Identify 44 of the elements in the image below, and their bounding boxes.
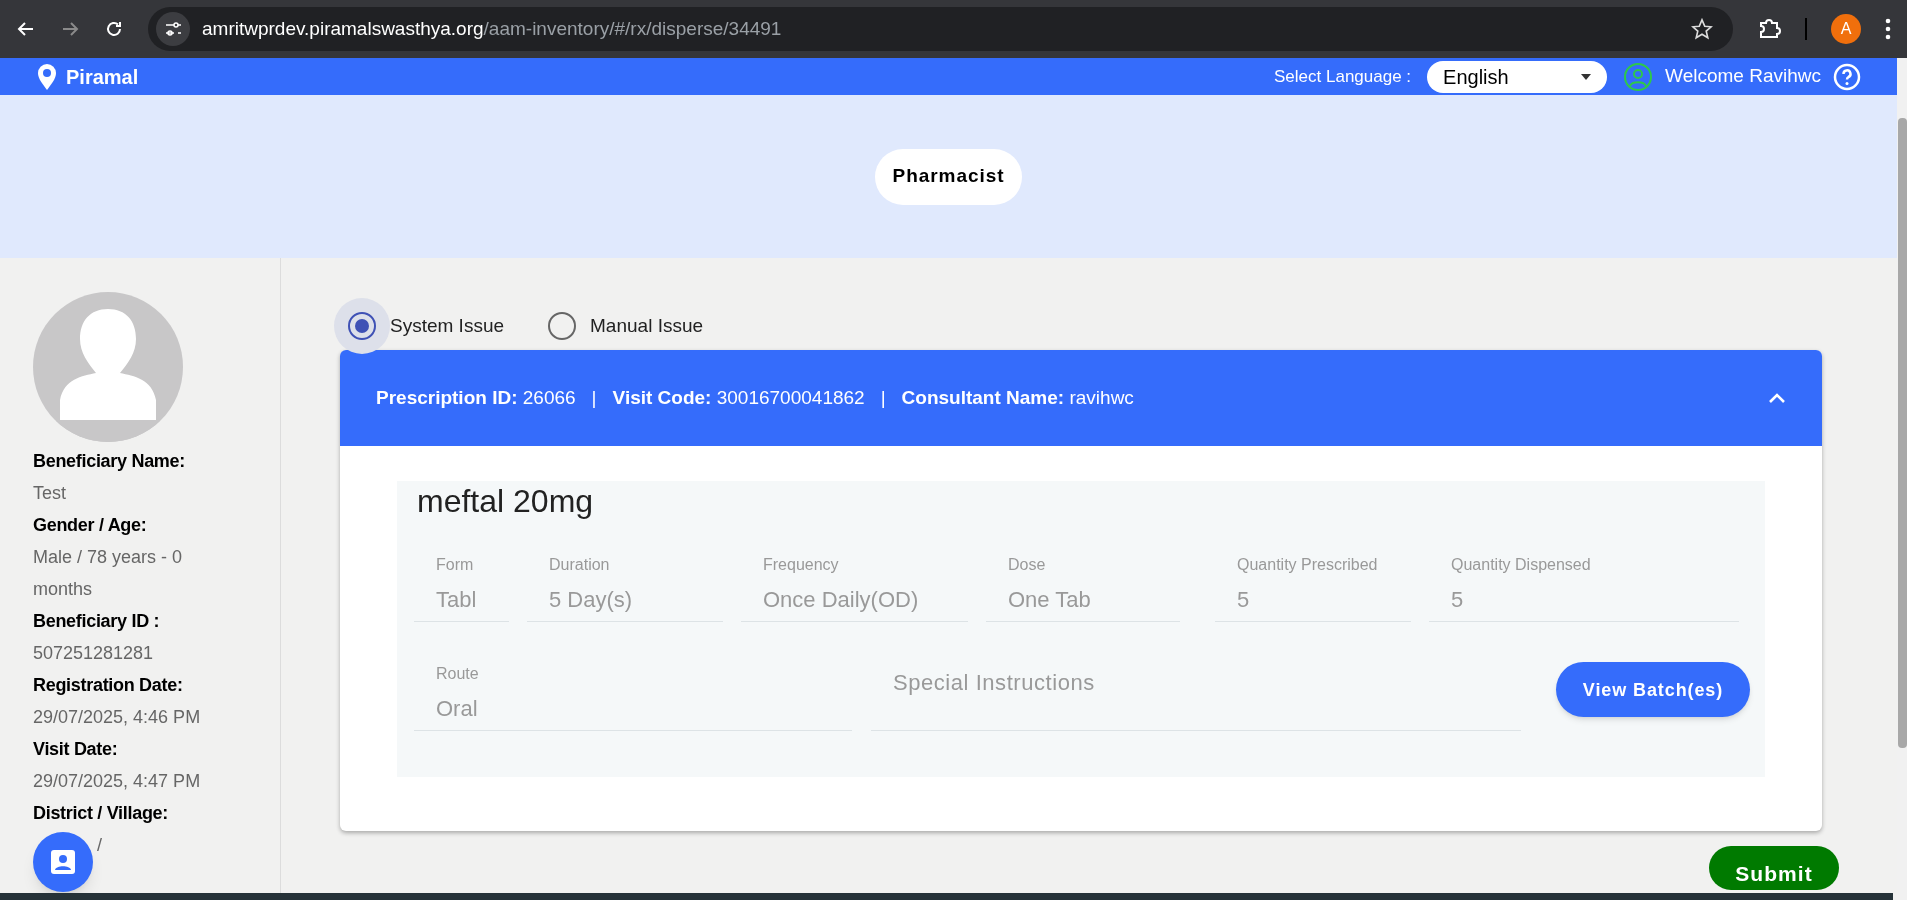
caret-icon (1581, 73, 1592, 80)
welcome-text: Welcome Ravihwc (1665, 64, 1821, 89)
site-settings-icon[interactable] (156, 12, 190, 46)
field-label: District / Village: (33, 802, 169, 825)
field-value: 29/07/2025, 4:46 PM (33, 706, 201, 729)
read-only-field: Dose One Tab (986, 547, 1180, 622)
logo-icon (36, 62, 58, 91)
user-badge-icon (1623, 61, 1654, 92)
role-badge: Pharmacist (874, 148, 1023, 205)
field-label: Beneficiary ID : (33, 610, 161, 633)
read-only-field: Route Oral (414, 656, 852, 731)
read-only-field: Duration 5 Day(s) (527, 547, 723, 622)
field-value: 507251281281 (33, 642, 154, 665)
language-label: Select Language : (1274, 65, 1412, 88)
contact-card-icon (49, 848, 77, 876)
read-only-field: Quantity Prescribed 5 (1215, 547, 1411, 622)
read-only-field: Quantity Dispensed 5 (1429, 547, 1739, 622)
prescription-header[interactable]: Prescription ID: 26066 | Visit Code: 30016700041862 | Consultant Name: ravihwc (340, 350, 1822, 446)
field-label: Registration Date: (33, 674, 184, 697)
field-value: 29/07/2025, 4:47 PM (33, 770, 201, 793)
prescription-summary: Prescription ID: 26066 | Visit Code: 30016700041862 | Consultant Name: ravihwc (376, 385, 1134, 410)
field-value: Male / 78 years - 0 months (33, 546, 184, 601)
menu-icon[interactable] (1885, 18, 1891, 40)
field-label: Gender / Age: (33, 514, 148, 537)
extensions-icon[interactable] (1757, 17, 1781, 41)
medicine-name: meftal 20mg (416, 482, 595, 521)
field-label: Visit Date: (33, 738, 119, 761)
chevron-up-icon[interactable] (1768, 392, 1786, 404)
field-value: Test (33, 482, 66, 505)
bookmark-star-icon[interactable] (1691, 18, 1713, 40)
profile-fab-button[interactable] (33, 832, 93, 892)
view-batches-button[interactable]: View Batch(es) (1556, 662, 1750, 717)
field-label: Beneficiary Name: (33, 450, 186, 473)
language-select[interactable]: English (1427, 60, 1608, 93)
reload-icon[interactable] (104, 19, 124, 39)
submit-button[interactable]: Submit (1709, 846, 1839, 890)
read-only-field: Frequency Once Daily(OD) (741, 547, 968, 622)
field-value: / (97, 834, 102, 857)
url-text: amritwprdev.piramalswasthya.org/aam-inventory/#/rx/disperse/34491 (202, 16, 782, 41)
logo-text: Piramal (66, 64, 139, 90)
help-icon[interactable] (1833, 62, 1861, 91)
read-only-field: Form Tabl (414, 547, 509, 622)
address-bar[interactable]: amritwprdev.piramalswasthya.org/aam-inventory/#/rx/disperse/34491 (148, 7, 1733, 51)
special-instructions-field[interactable]: Special Instructions (871, 656, 1521, 731)
